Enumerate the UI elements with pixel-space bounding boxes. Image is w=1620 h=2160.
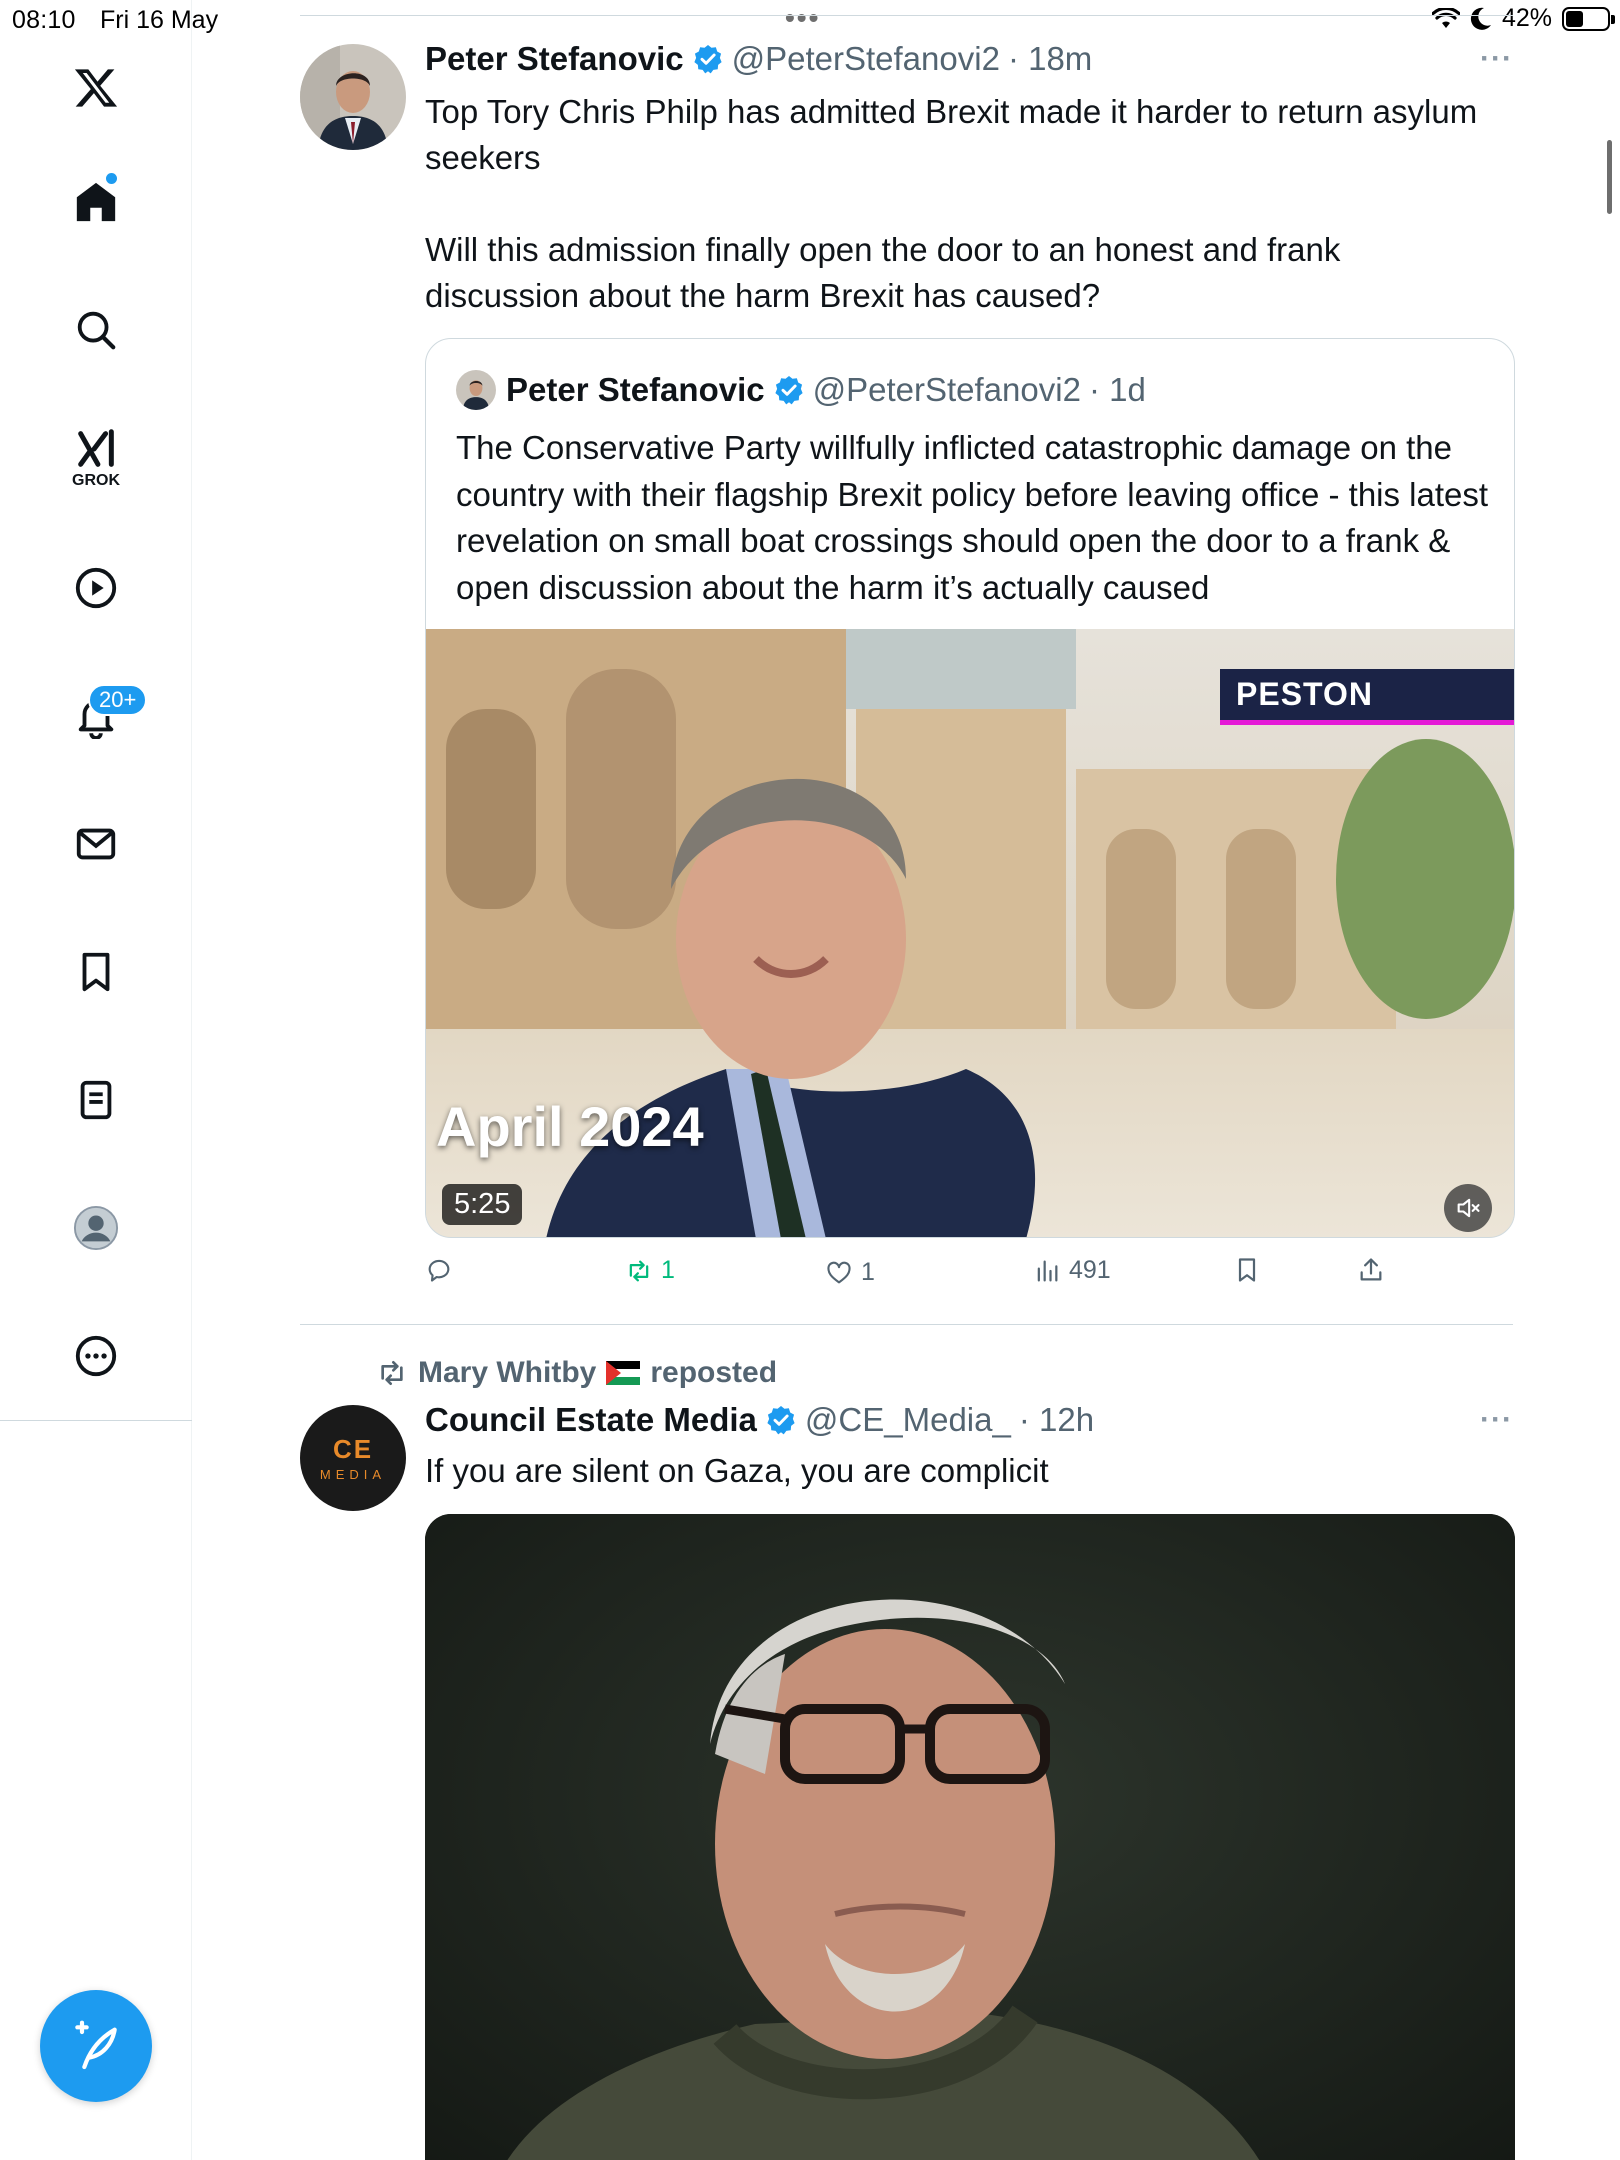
avatar-logo-media: MEDIA [319,1467,387,1482]
author-name[interactable]: Peter Stefanovic [425,40,684,78]
view-count: 491 [1069,1256,1111,1284]
quoted-avatar [456,370,496,410]
tweet-time[interactable]: · 12h [1019,1401,1094,1439]
views-button[interactable]: 491 [1033,1256,1111,1285]
repost-icon [629,1260,649,1281]
sidebar-item-explore[interactable] [60,294,132,366]
verified-badge-icon [775,376,803,405]
tweet-text: Top Tory Chris Philp has admitted Brexit… [425,93,1478,314]
bookmark-button[interactable] [1233,1256,1261,1284]
video-caption: April 2024 [436,1095,704,1158]
share-button[interactable] [1357,1256,1385,1284]
sidebar-item-messages[interactable] [60,808,132,880]
like-count: 1 [861,1258,875,1286]
share-icon [1360,1258,1382,1281]
bookmark-icon [1238,1258,1256,1282]
compose-feather-icon [75,2020,117,2070]
peston-brand-banner: PESTON [1220,669,1514,725]
grok-icon [78,429,114,467]
more-options-icon[interactable]: ··· [1480,1403,1513,1437]
scrollbar[interactable] [1607,140,1612,214]
quoted-author-handle: @PeterStefanovi2 [812,371,1081,408]
feed-top-border [300,15,1513,16]
reply-button[interactable] [425,1256,461,1284]
quoted-tweet-header: Peter Stefanovic @PeterStefanovi2 · 1d [506,371,1146,409]
video-player[interactable]: PESTON April 2024 5:25 [426,629,1514,1237]
sidebar-divider [0,1420,192,1421]
reply-icon [428,1259,450,1282]
reposter-name[interactable]: Mary Whitby [418,1356,596,1390]
heart-icon [827,1261,851,1283]
quoted-tweet-card[interactable]: Peter Stefanovic @PeterStefanovi2 · 1d T… [425,338,1515,1238]
status-indicators: 42% [1431,4,1615,33]
play-circle-icon [75,567,117,609]
views-chart-icon [1037,1260,1058,1281]
home-unread-dot [106,173,117,184]
quoted-tweet-time: · 1d [1088,371,1146,408]
author-handle[interactable]: @PeterStefanovi2 [732,40,1000,78]
verified-badge-icon [767,1406,795,1435]
repost-button[interactable]: 1 [625,1256,675,1285]
tweet-text: If you are silent on Gaza, you are compl… [425,1452,1049,1489]
sidebar-item-bookmarks[interactable] [60,936,132,1008]
avatar[interactable]: CE MEDIA [300,1405,406,1511]
reposted-label: reposted [650,1356,778,1389]
search-icon [77,311,116,350]
x-logo-icon[interactable] [60,52,132,124]
tweet-divider [300,1324,1513,1325]
battery-percent: 42% [1501,4,1552,32]
portrait-image [425,1514,1515,2160]
profile-avatar-icon [73,1205,119,1251]
quoted-author-name: Peter Stefanovic [506,371,765,408]
notifications-badge: 20+ [88,684,148,716]
sidebar-item-profile[interactable] [60,1192,132,1264]
reposted-by-row[interactable]: Mary Whitby reposted [376,1356,777,1390]
moon-icon [1470,7,1491,30]
more-options-icon[interactable]: ··· [1480,42,1513,76]
grok-label: GROK [72,472,120,489]
sidebar-nav: GROK 20+ [0,0,192,2160]
tweet-time[interactable]: · 18m [1008,40,1092,78]
wifi-icon [1431,7,1460,28]
sidebar-item-more[interactable] [60,1320,132,1392]
sidebar-item-lists[interactable] [60,1064,132,1136]
palestine-flag-icon [606,1361,641,1385]
more-circle-icon [75,1335,117,1377]
multitasking-dots-icon[interactable]: ••• [785,2,820,34]
video-duration: 5:25 [442,1184,523,1225]
author-handle[interactable]: @CE_Media_ [805,1401,1011,1439]
compose-post-button[interactable] [40,1990,152,2102]
tweet-header: Peter Stefanovic @PeterStefanovi2 · 18m [425,40,1092,78]
like-button[interactable]: 1 [825,1258,875,1287]
avatar[interactable] [300,44,406,150]
tweet-photo[interactable] [425,1514,1515,2160]
sidebar-item-video[interactable] [60,552,132,624]
sidebar-item-grok[interactable]: GROK [60,420,132,492]
avatar-logo-ce: CE [332,1434,374,1464]
battery-icon [1562,6,1615,31]
tweet-action-bar: 1 1 491 [425,1252,1425,1294]
author-name[interactable]: Council Estate Media [425,1401,757,1439]
home-icon [76,182,116,222]
envelope-icon [76,828,116,860]
speaker-muted-icon [1457,1198,1480,1218]
verified-badge-icon [694,45,722,74]
quoted-tweet-text: The Conservative Party willfully inflict… [456,429,1489,606]
repost-count: 1 [661,1256,675,1284]
list-icon [80,1080,112,1120]
repost-icon [381,1361,403,1385]
tweet-header: Council Estate Media @CE_Media_ · 12h [425,1401,1094,1439]
sidebar-item-home[interactable] [60,166,132,238]
bookmark-icon [82,952,110,992]
mute-button[interactable] [1444,1184,1492,1232]
